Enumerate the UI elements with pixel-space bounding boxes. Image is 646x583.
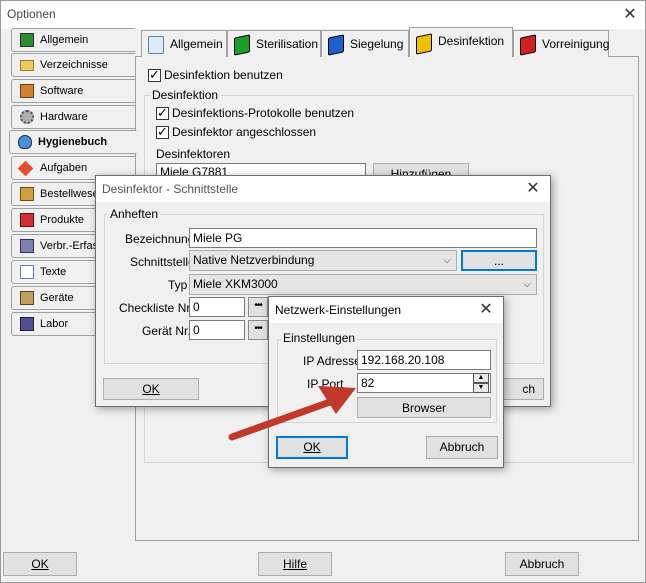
arrow-shaft <box>228 398 334 441</box>
arrow-head <box>318 386 356 414</box>
annotation-arrow <box>228 386 356 441</box>
